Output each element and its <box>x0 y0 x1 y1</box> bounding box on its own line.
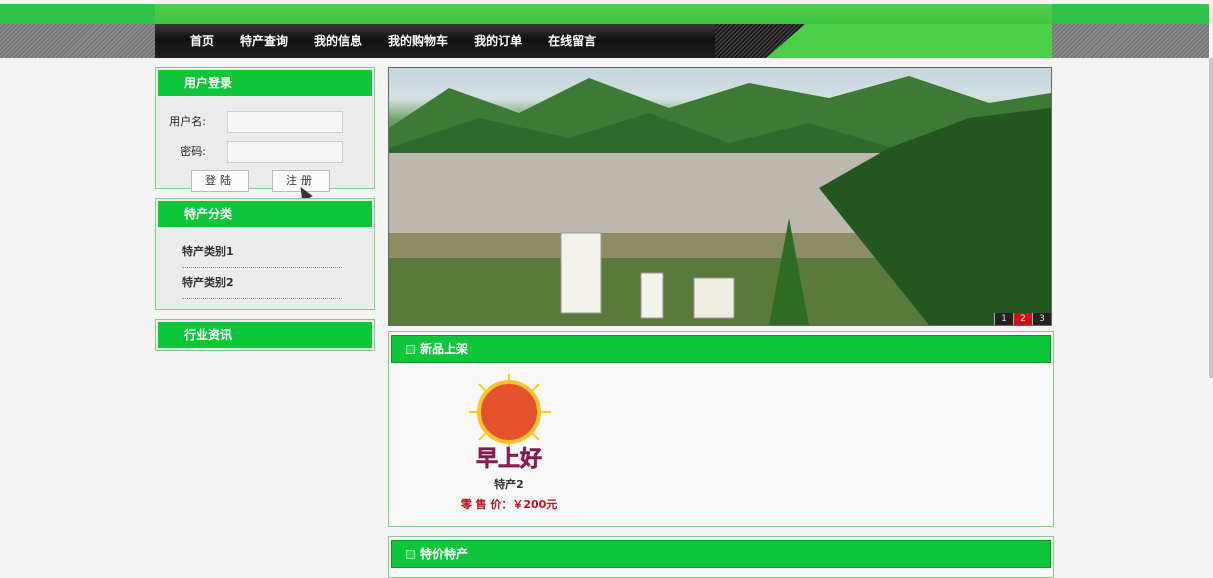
square-bullet-icon <box>406 550 415 559</box>
nav-home[interactable]: 首页 <box>177 24 227 58</box>
product-price: 零 售 价：￥200元 <box>460 498 558 511</box>
header-highlight <box>155 4 1052 24</box>
category-item-2[interactable]: 特产类别2 <box>182 268 342 299</box>
username-row: 用户名: <box>156 111 374 133</box>
password-input[interactable] <box>227 141 343 163</box>
category-title: 特产分类 <box>158 201 372 227</box>
site-header: 首页 特产查询 我的信息 我的购物车 我的订单 在线留言 <box>155 4 1052 58</box>
special-offer-section: 特价特产 <box>388 536 1054 578</box>
special-offer-title: 特价特产 <box>420 547 469 561</box>
username-input[interactable] <box>227 111 343 133</box>
banner-slideshow[interactable]: 1 2 3 <box>388 67 1052 326</box>
nav-my-cart[interactable]: 我的购物车 <box>375 24 461 58</box>
product-image[interactable]: 早上好 <box>455 372 563 476</box>
sun-image: 早上好 <box>469 374 551 472</box>
category-item-1[interactable]: 特产类别1 <box>182 237 342 268</box>
product-name[interactable]: 特产2 <box>455 476 563 492</box>
banner-page-1[interactable]: 1 <box>994 313 1013 325</box>
banner-pager: 1 2 3 <box>994 313 1051 325</box>
news-panel: 行业资讯 <box>155 319 375 351</box>
banner-landscape-image <box>389 76 1051 325</box>
login-button[interactable]: 登陆 <box>191 170 249 192</box>
nav-my-orders[interactable]: 我的订单 <box>461 24 535 58</box>
special-offer-header: 特价特产 <box>391 540 1051 568</box>
password-row: 密码: <box>156 141 374 163</box>
password-label: 密码: <box>180 145 206 158</box>
username-label: 用户名: <box>169 115 206 128</box>
login-title: 用户登录 <box>158 70 372 96</box>
new-products-section: 新品上架 早上好 特产2 零 售 价：￥200元 <box>388 331 1054 527</box>
new-products-header: 新品上架 <box>391 335 1051 363</box>
nav-message-board[interactable]: 在线留言 <box>535 24 609 58</box>
svg-text:早上好: 早上好 <box>476 446 542 472</box>
nav-my-info[interactable]: 我的信息 <box>301 24 375 58</box>
square-bullet-icon <box>406 345 415 354</box>
new-products-title: 新品上架 <box>420 342 469 356</box>
page-scrollbar[interactable] <box>1209 58 1213 378</box>
news-title[interactable]: 行业资讯 <box>158 322 372 348</box>
category-panel: 特产分类 特产类别1 特产类别2 <box>155 198 375 310</box>
login-panel: 用户登录 用户名: 密码: 登陆 注册 <box>155 67 375 192</box>
banner-page-3[interactable]: 3 <box>1032 313 1051 325</box>
main-nav: 首页 特产查询 我的信息 我的购物车 我的订单 在线留言 <box>177 24 609 58</box>
nav-product-search[interactable]: 特产查询 <box>227 24 301 58</box>
banner-page-2[interactable]: 2 <box>1013 313 1032 325</box>
product-card[interactable]: 早上好 特产2 零 售 价：￥200元 <box>455 372 563 512</box>
